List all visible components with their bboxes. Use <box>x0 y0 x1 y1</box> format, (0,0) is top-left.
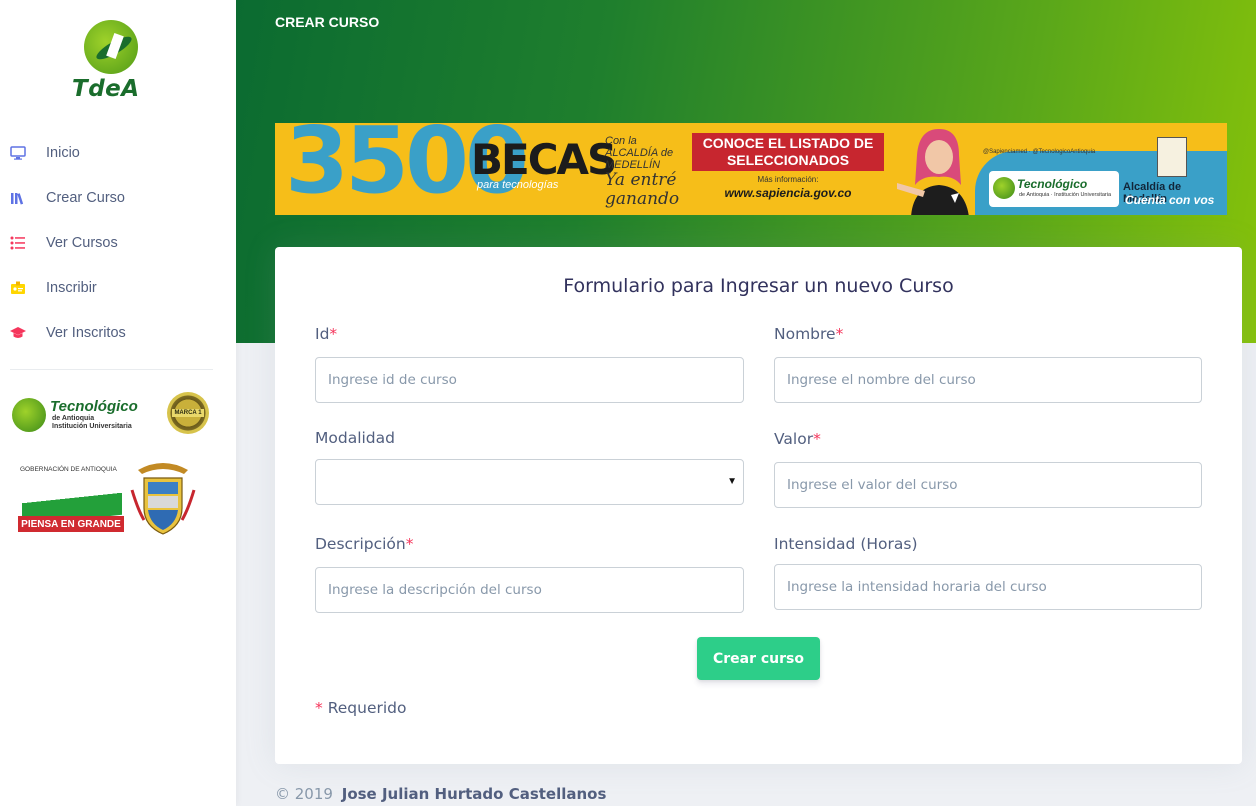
banner-script: Con la ALCALDÍA de MEDELLÍN Ya entré gana… <box>605 135 680 209</box>
banner-url: www.sapiencia.gov.co <box>724 186 852 200</box>
caret-down-icon: ▼ <box>727 476 737 487</box>
tdea-logo-icon <box>84 20 138 74</box>
modalidad-label: Modalidad <box>315 429 395 447</box>
becas-banner[interactable]: 3500 BECAS para tecnologías Con la ALCAL… <box>275 123 1227 215</box>
tdea-logo[interactable]: TdeA <box>70 18 154 104</box>
books-icon <box>10 190 26 206</box>
banner-tec-name: Tecnológico <box>1017 177 1088 191</box>
medellin-arms-icon <box>1157 137 1187 177</box>
sidebar-item-label: Ver Cursos <box>46 234 118 251</box>
author-link[interactable]: Jose Julian Hurtado Castellanos <box>342 785 607 803</box>
nombre-label: Nombre* <box>774 325 844 343</box>
monitor-icon <box>10 145 26 161</box>
sidebar-item-label: Crear Curso <box>46 189 125 206</box>
sponsor-name: Tecnológico <box>50 398 138 415</box>
gobernacion-title: GOBERNACIÓN DE ANTIOQUIA <box>20 466 117 473</box>
coat-of-arms-icon <box>130 463 196 535</box>
sidebar-item-inscribir[interactable]: Inscribir <box>0 265 236 310</box>
banner-becas-sub: para tecnologías <box>477 179 559 191</box>
descripcion-label: Descripción* <box>315 535 414 553</box>
banner-tec-sub: de Antioquia · Institución Universitaria <box>1019 192 1112 198</box>
tec-emblem-icon <box>993 177 1015 199</box>
valor-label: Valor* <box>774 430 821 448</box>
sidebar-item-inicio[interactable]: Inicio <box>0 130 236 175</box>
sidebar-nav: Inicio Crear Curso Ver Cursos Inscribir … <box>0 130 236 355</box>
sidebar-item-ver-cursos[interactable]: Ver Cursos <box>0 220 236 265</box>
sponsor-gobernacion-logo: GOBERNACIÓN DE ANTIOQUIA PIENSA EN GRAND… <box>18 458 202 544</box>
banner-conoce: CONOCE EL LISTADO DE SELECCIONADOS <box>692 133 884 171</box>
sidebar-item-label: Inicio <box>46 144 80 161</box>
piensa-en-grande-label: PIENSA EN GRANDE <box>18 516 124 532</box>
crear-curso-button[interactable]: Crear curso <box>697 637 820 680</box>
sidebar-item-ver-inscritos[interactable]: Ver Inscritos <box>0 310 236 355</box>
sidebar: TdeA Inicio Crear Curso Ver Cursos Inscr… <box>0 0 236 806</box>
sidebar-item-label: Ver Inscritos <box>46 324 126 341</box>
badge-icon <box>10 280 26 296</box>
graduation-cap-icon <box>10 325 26 341</box>
descripcion-input[interactable] <box>315 567 744 613</box>
sidebar-item-crear-curso[interactable]: Crear Curso <box>0 175 236 220</box>
logo-text: TdeA <box>72 76 140 102</box>
form-title: Formulario para Ingresar un nuevo Curso <box>563 275 954 297</box>
id-input[interactable] <box>315 357 744 403</box>
banner-info: Más información: <box>757 175 819 184</box>
id-label: Id* <box>315 325 338 343</box>
banner-cuenta: Cuenta con vos <box>1125 193 1215 207</box>
intensidad-label: Intensidad (Horas) <box>774 535 918 553</box>
banner-becas: BECAS <box>471 135 617 184</box>
required-note: * Requerido <box>315 699 407 717</box>
person-photo-icon <box>897 129 969 215</box>
banner-social: @Sapienciamed · @TecnologicoAntioquia <box>983 149 1096 155</box>
list-icon <box>10 235 26 251</box>
valor-input[interactable] <box>774 462 1202 508</box>
nombre-input[interactable] <box>774 357 1202 403</box>
modalidad-select[interactable]: ▼ <box>315 459 744 505</box>
sponsor-subtitle: de Antioquia Institución Universitaria <box>52 415 132 430</box>
course-form-card: Formulario para Ingresar un nuevo Curso … <box>275 247 1242 764</box>
sidebar-divider <box>10 369 213 370</box>
copyright: © 2019 <box>275 785 333 803</box>
footer: © 2019 Jose Julian Hurtado Castellanos <box>275 785 606 803</box>
page-title: CREAR CURSO <box>275 14 380 30</box>
intensidad-input[interactable] <box>774 564 1202 610</box>
tdea-emblem-icon <box>12 398 46 432</box>
marca-seal-icon: MARCA 1 <box>167 392 209 434</box>
sidebar-item-label: Inscribir <box>46 279 97 296</box>
sponsor-tdea-logo: Tecnológico de Antioquia Institución Univ… <box>12 392 212 436</box>
